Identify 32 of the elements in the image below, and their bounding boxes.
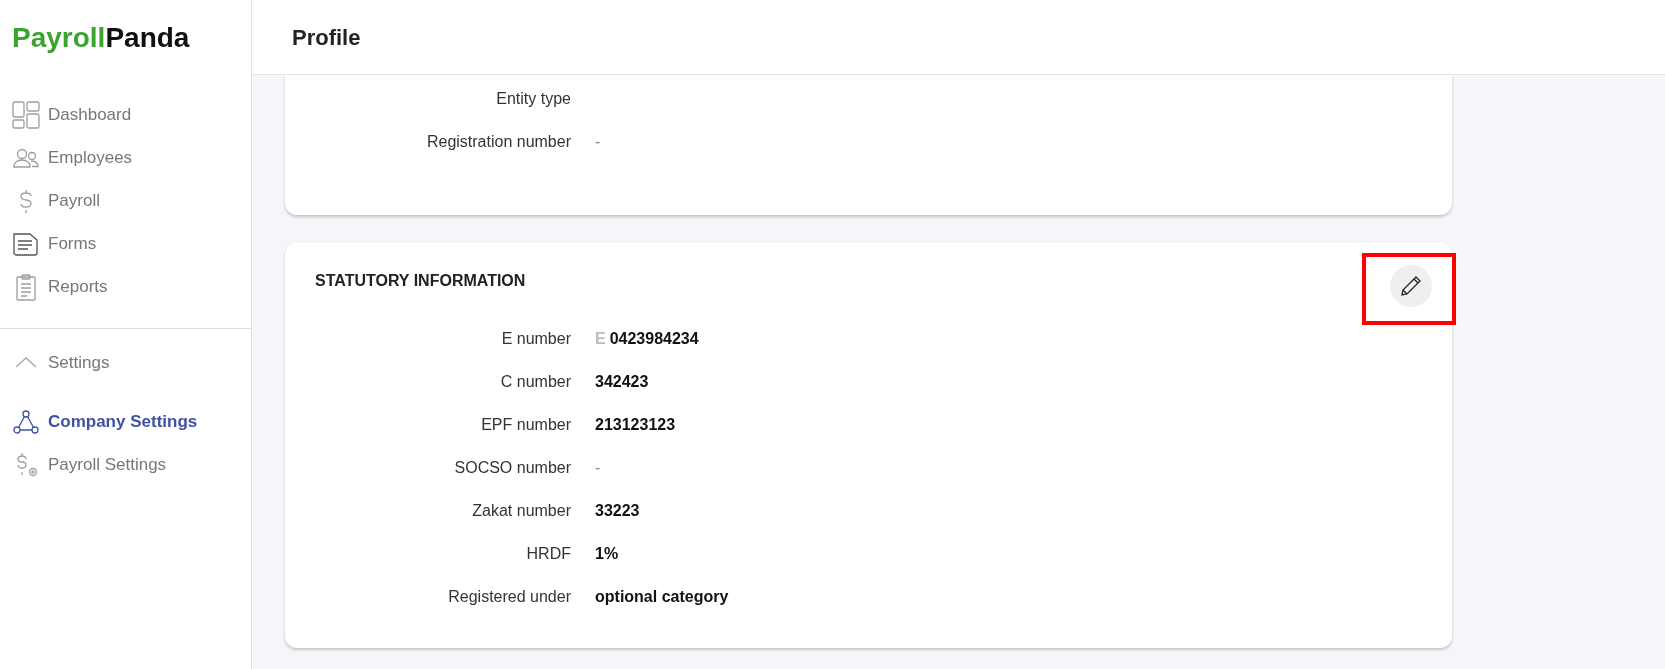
dashboard-icon	[12, 100, 40, 129]
field-label: HRDF	[525, 543, 572, 564]
sidebar-item[interactable]: Payroll	[0, 179, 251, 222]
edit-button[interactable]	[1390, 265, 1432, 307]
sidebar-item[interactable]: Employees	[0, 136, 251, 179]
field-label: Zakat number	[471, 500, 572, 521]
field-value: 33223	[595, 500, 640, 521]
field-value: 213123123	[595, 414, 676, 435]
card-title: STATUTORY INFORMATION	[315, 271, 526, 291]
field-value: E 0423984234	[595, 328, 699, 349]
field-value: 1%	[595, 543, 619, 564]
pencil-icon	[1399, 274, 1423, 298]
triangle-nodes-icon	[12, 407, 40, 436]
settings-toggle[interactable]: Settings	[0, 341, 251, 384]
field-label: EPF number	[480, 414, 572, 435]
field-label: SOCSO number	[453, 457, 572, 478]
field-label: Registration number	[425, 131, 572, 152]
field-label: C number	[499, 371, 572, 392]
sidebar-item[interactable]: Forms	[0, 222, 251, 265]
sidebar-item[interactable]: Reports	[0, 265, 251, 308]
field-value: optional category	[595, 586, 729, 607]
page-title: Profile	[292, 23, 361, 52]
field-value: -	[595, 131, 601, 152]
field-label: Registered under	[447, 586, 572, 607]
field-label: Entity type	[495, 88, 572, 109]
sidebar-item[interactable]: Payroll Settings	[0, 443, 251, 486]
field-value: 342423	[595, 371, 649, 392]
sidebar-item[interactable]: Dashboard	[0, 93, 251, 136]
brand-logo: PayrollPanda	[11, 20, 191, 55]
field-value: -	[595, 457, 601, 478]
sidebar-item[interactable]: Company Settings	[0, 400, 251, 443]
field-label: E number	[500, 328, 572, 349]
